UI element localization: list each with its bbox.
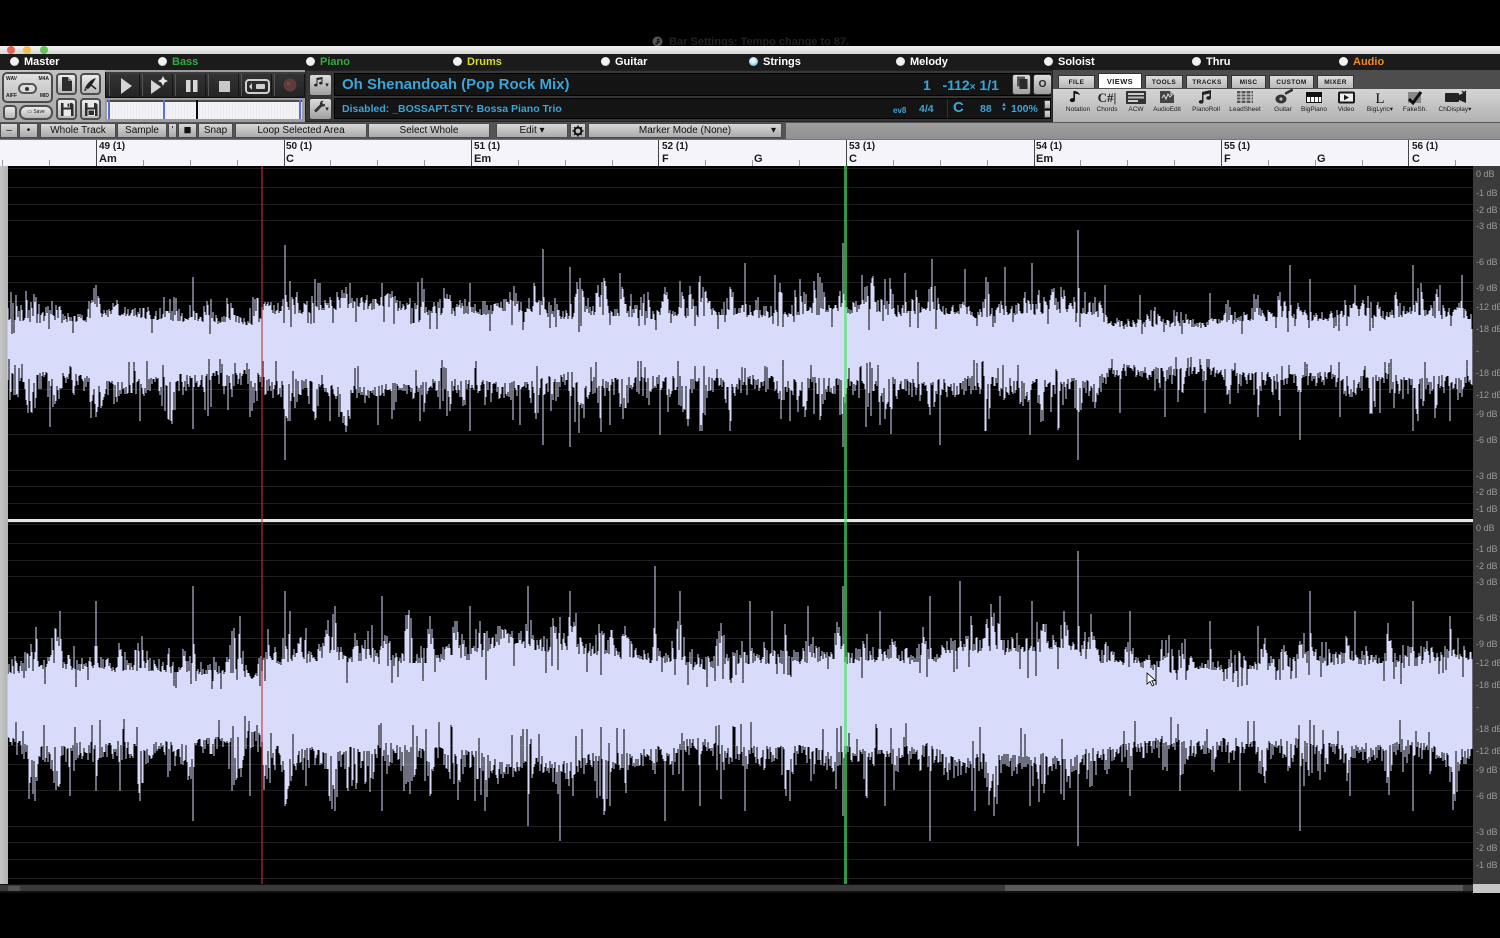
svg-text:C#|: C#| — [1098, 90, 1117, 105]
svg-text:L: L — [1375, 91, 1384, 106]
